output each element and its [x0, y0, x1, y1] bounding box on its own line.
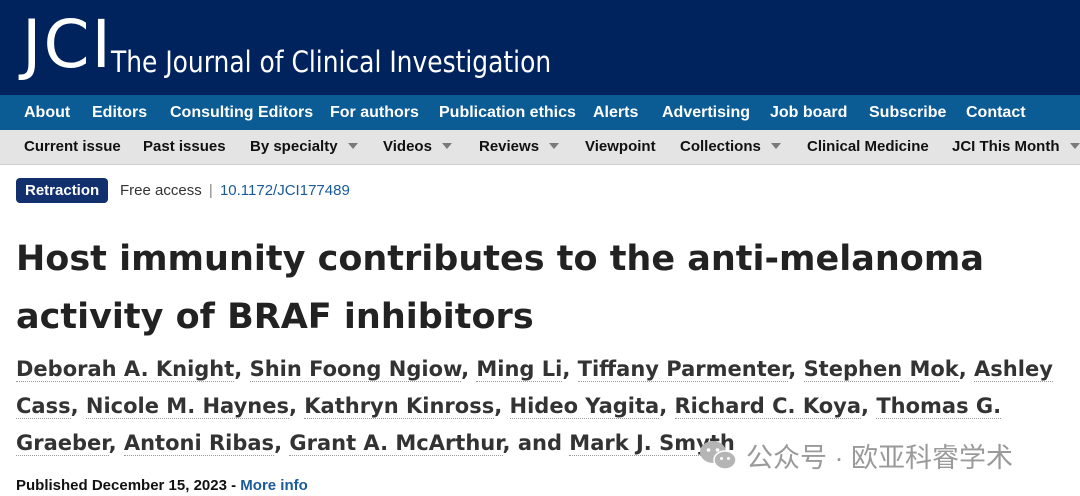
nav-viewpoint[interactable]: Viewpoint	[585, 130, 656, 164]
chevron-down-icon	[549, 143, 560, 150]
chevron-down-icon	[441, 143, 452, 150]
doi-link[interactable]: 10.1172/JCI177489	[220, 182, 350, 199]
published-line: Published December 15, 2023 - More info	[16, 476, 308, 496]
journal-title[interactable]: The Journal of Clinical Investigation	[111, 42, 551, 82]
nav-alerts[interactable]: Alerts	[593, 95, 638, 130]
access-label: Free access	[120, 182, 202, 199]
chevron-down-icon	[770, 143, 781, 150]
author-link[interactable]: Ming Li	[476, 357, 563, 382]
nav-past-issues[interactable]: Past issues	[143, 130, 226, 164]
author-link[interactable]: Stephen Mok	[803, 357, 959, 382]
nav-jci-this-month[interactable]: JCI This Month	[952, 130, 1080, 164]
watermark-text: 公众号 · 欧亚科睿学术	[746, 442, 1013, 473]
secondary-nav: Current issue Past issues By specialty V…	[0, 130, 1080, 165]
article-meta: Free access | 10.1172/JCI177489	[120, 181, 350, 201]
wechat-icon	[700, 441, 737, 470]
published-date: Published December 15, 2023	[16, 477, 227, 494]
masthead: JCI The Journal of Clinical Investigatio…	[0, 0, 1080, 95]
nav-current-issue[interactable]: Current issue	[24, 130, 121, 164]
meta-separator: |	[208, 182, 213, 199]
author-connector: and	[517, 431, 562, 455]
author-link[interactable]: Shin Foong Ngiow	[249, 357, 462, 382]
author-link[interactable]: Richard C. Koya	[674, 394, 862, 419]
more-info-link[interactable]: More info	[240, 477, 308, 494]
author-link[interactable]: Tiffany Parmenter	[577, 357, 789, 382]
nav-collections[interactable]: Collections	[680, 130, 781, 164]
nav-subscribe[interactable]: Subscribe	[869, 95, 946, 130]
chevron-down-icon	[347, 143, 358, 150]
nav-editors[interactable]: Editors	[92, 95, 147, 130]
retraction-badge: Retraction	[16, 178, 109, 203]
nav-contact[interactable]: Contact	[966, 95, 1026, 130]
nav-reviews[interactable]: Reviews	[479, 130, 560, 164]
nav-by-specialty[interactable]: By specialty	[250, 130, 358, 164]
nav-clinical-medicine[interactable]: Clinical Medicine	[807, 130, 929, 164]
nav-videos[interactable]: Videos	[383, 130, 452, 164]
author-link[interactable]: Hideo Yagita	[509, 394, 660, 419]
primary-nav: About Editors Consulting Editors For aut…	[0, 95, 1080, 130]
nav-about[interactable]: About	[24, 95, 70, 130]
article-title: Host immunity contributes to the anti-me…	[16, 239, 984, 337]
nav-advertising[interactable]: Advertising	[662, 95, 750, 130]
author-link[interactable]: Deborah A. Knight	[16, 357, 235, 382]
author-link[interactable]: Antoni Ribas	[123, 431, 275, 456]
nav-for-authors[interactable]: For authors	[330, 95, 419, 130]
author-link[interactable]: Nicole M. Haynes	[85, 394, 289, 419]
author-link[interactable]: Kathryn Kinross	[304, 394, 495, 419]
wechat-watermark: 公众号 · 欧亚科睿学术	[698, 437, 1013, 473]
published-separator: -	[231, 477, 237, 494]
chevron-down-icon	[1069, 143, 1080, 150]
jci-logo[interactable]: JCI	[22, 10, 113, 80]
nav-job-board[interactable]: Job board	[770, 95, 847, 130]
nav-consulting-editors[interactable]: Consulting Editors	[170, 95, 313, 130]
nav-publication-ethics[interactable]: Publication ethics	[439, 95, 576, 130]
author-link[interactable]: Grant A. McArthur	[289, 431, 503, 456]
